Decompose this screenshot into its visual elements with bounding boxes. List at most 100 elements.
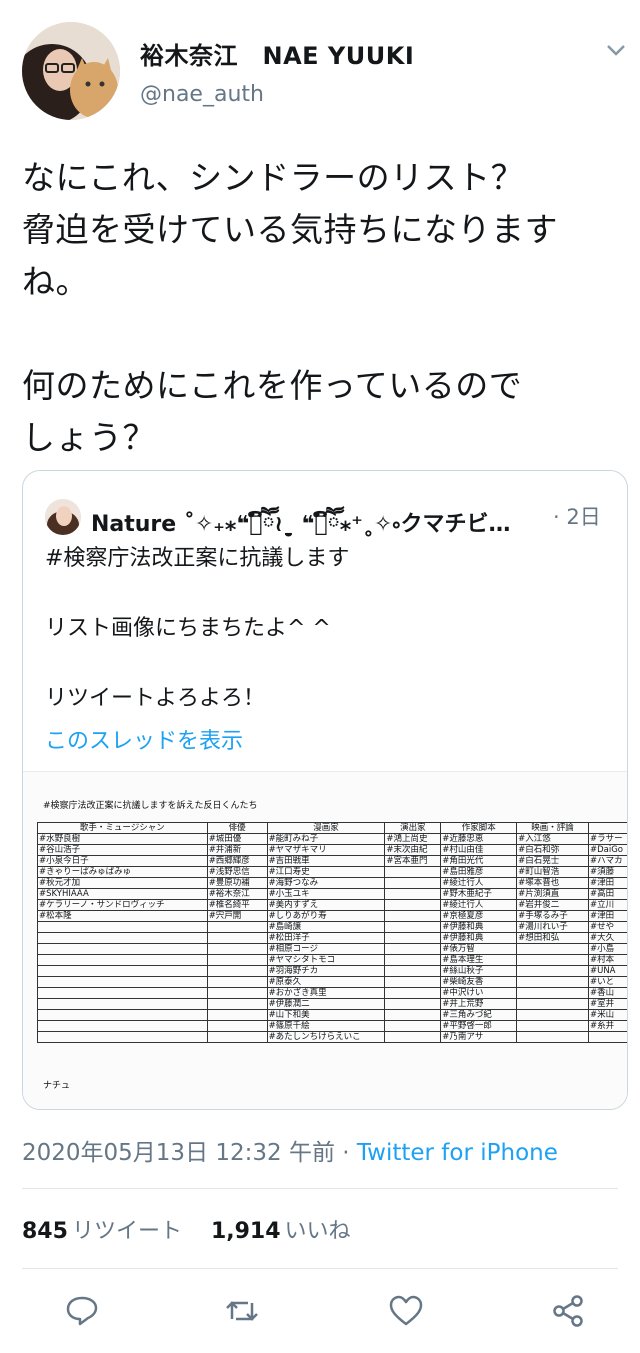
author-display-name[interactable]: 裕木奈江 NAE YUUKI — [140, 36, 414, 71]
image-name-table: 歌手・ミュージシャン 俳優 漫画家 演出家 作家脚本 映画・評論 #水野良樹 #城田優 #能町… — [37, 822, 627, 1043]
table-cell: #乃南アサ — [440, 1031, 518, 1043]
table-cell: #谷山浩子 — [37, 844, 208, 856]
table-cell: #小玉ユキ — [266, 888, 386, 900]
table-column-header: 歌手・ミュージシャン — [37, 822, 208, 834]
tweet-timestamp: 2020年05月13日 12:32 午前 · Twitter for iPhon… — [22, 1133, 558, 1167]
table-cell: #吉田戦車 — [266, 855, 386, 867]
table-cell: #あたしンちけらえいこ — [266, 1031, 386, 1043]
table-cell — [37, 987, 208, 999]
table-cell: #島崎譲 — [266, 921, 386, 933]
table-cell: #片渕須直 — [516, 888, 589, 900]
table-cell — [516, 976, 589, 988]
table-row: #山下和美 #三角みづ紀 #米山 — [37, 1009, 627, 1021]
table-cell: #須藤 — [587, 866, 627, 878]
tweet-text: なにこれ、シンドラーのリスト？ 脅迫を受けている気持ちになります ね。 何のため… — [22, 158, 558, 457]
table-row: #篠原千絵 #平野啓一郎 #糸井 — [37, 1020, 627, 1032]
like-count[interactable]: 1,914 — [211, 1219, 281, 1244]
quoted-author-avatar — [45, 499, 81, 535]
chevron-down-icon[interactable] — [604, 40, 628, 60]
table-cell: #末次由紀 — [384, 844, 442, 856]
table-row: #きゃりーぱみゅぱみゅ #浅野忠信 #江口寿史 #島田雅彦 #町山智浩 #須藤 — [37, 866, 627, 878]
table-cell: #DaiGo — [587, 844, 627, 856]
table-cell — [587, 1031, 627, 1043]
table-cell — [516, 954, 589, 966]
table-cell: #香山 — [587, 987, 627, 999]
table-row: #島崎譲 #伊藤和典 #湯川れい子 #せや — [37, 921, 627, 933]
tweet-stats: 845 リツイート 1,914 いいね — [22, 1213, 373, 1245]
table-cell — [37, 976, 208, 988]
table-cell: #きゃりーぱみゅぱみゅ — [37, 866, 208, 878]
table-cell — [384, 1020, 442, 1032]
table-row: #おかざき真里 #中沢けい #香山 — [37, 987, 627, 999]
quoted-tweet[interactable]: Nature ˚✧₊⁎❝᷀ົཽ≀ˍ̮ ❝᷀ົཽ⁎⁺˳✧༚クマチビ食堂 ... ·… — [22, 470, 628, 1110]
tweet-actions — [0, 1285, 640, 1335]
table-row: #あたしンちけらえいこ #乃南アサ — [37, 1031, 627, 1043]
table-row: #水野良樹 #城田優 #能町みね子 #鴻上尚史 #近藤忠恵 #入江悠 #ラサー — [37, 833, 627, 845]
show-thread-link[interactable]: このスレッドを表示 — [45, 723, 243, 755]
table-cell — [206, 932, 268, 944]
table-cell — [384, 910, 442, 922]
table-row: #原泰久 #柴崎友香 #いと — [37, 976, 627, 988]
author-handle[interactable]: @nae_auth — [140, 82, 264, 107]
table-row: #松田洋子 #伊藤和典 #想田和弘 #大久 — [37, 932, 627, 944]
table-cell: #岩井俊二 — [516, 899, 589, 911]
table-cell — [516, 1009, 589, 1021]
table-row: #SKYHIAAA #裕木奈江 #小玉ユキ #野木亜紀子 #片渕須直 #高田 — [37, 888, 627, 900]
table-cell: #ヤマザキマリ — [266, 844, 386, 856]
retweet-icon[interactable] — [224, 1293, 260, 1329]
table-cell: #宍戸開 — [206, 910, 268, 922]
table-cell: #塚本晋也 — [516, 877, 589, 889]
table-cell: #大久 — [587, 932, 627, 944]
table-cell — [516, 1031, 589, 1043]
table-cell — [516, 1020, 589, 1032]
table-cell — [37, 998, 208, 1010]
table-cell: #島田雅彦 — [440, 866, 518, 878]
table-cell: #柴崎友香 — [440, 976, 518, 988]
table-row: #相原コージ #俵万智 #小島 — [37, 943, 627, 955]
like-icon[interactable] — [388, 1293, 424, 1329]
table-cell — [384, 1009, 442, 1021]
table-cell: #宮本亜門 — [384, 855, 442, 867]
reply-icon[interactable] — [64, 1293, 100, 1329]
table-cell: #糸井 — [587, 1020, 627, 1032]
table-cell — [37, 921, 208, 933]
table-cell: #豊原功補 — [206, 877, 268, 889]
table-cell: #ラサー — [587, 833, 627, 845]
share-icon[interactable] — [550, 1293, 586, 1329]
table-cell — [37, 965, 208, 977]
table-cell: #浅野忠信 — [206, 866, 268, 878]
table-column-header: 俳優 — [206, 822, 268, 834]
table-cell: #近藤忠恵 — [440, 833, 518, 845]
table-cell — [206, 943, 268, 955]
table-cell — [206, 998, 268, 1010]
table-row: #ヤマシタトモコ #島本理生 #村本 — [37, 954, 627, 966]
table-cell: #篠原千絵 — [266, 1020, 386, 1032]
like-label[interactable]: いいね — [285, 1219, 351, 1244]
table-cell: #白石和弥 — [516, 844, 589, 856]
quoted-image[interactable]: #検察庁法改正案に抗議しますを訴えた反日くんたち 歌手・ミュージシャン 俳優 漫画家… — [23, 771, 627, 1109]
table-cell: #ケラリーノ・サンドロヴィッチ — [37, 899, 208, 911]
table-column-header: 演出家 — [384, 822, 442, 834]
table-row: #伊藤潤二 #井上荒野 #室井 — [37, 998, 627, 1010]
table-cell: #島本理生 — [440, 954, 518, 966]
table-cell: #伊藤和典 — [440, 932, 518, 944]
author-avatar[interactable] — [22, 22, 120, 120]
table-cell: #山下和美 — [266, 1009, 386, 1021]
table-cell: #江口寿史 — [266, 866, 386, 878]
table-cell — [37, 1031, 208, 1043]
table-cell: #手塚るみ子 — [516, 910, 589, 922]
table-cell: #中沢けい — [440, 987, 518, 999]
table-cell — [384, 998, 442, 1010]
retweet-count[interactable]: 845 — [22, 1219, 68, 1244]
table-cell — [384, 888, 442, 900]
table-cell: #井浦新 — [206, 844, 268, 856]
table-cell: #白石晃士 — [516, 855, 589, 867]
table-cell: #村本 — [587, 954, 627, 966]
tweet-source-link[interactable]: Twitter for iPhone — [357, 1140, 558, 1166]
retweet-label[interactable]: リツイート — [72, 1219, 182, 1244]
table-cell — [516, 987, 589, 999]
table-cell — [206, 976, 268, 988]
table-cell: #しりあがり寿 — [266, 910, 386, 922]
table-cell — [516, 943, 589, 955]
table-cell — [384, 954, 442, 966]
